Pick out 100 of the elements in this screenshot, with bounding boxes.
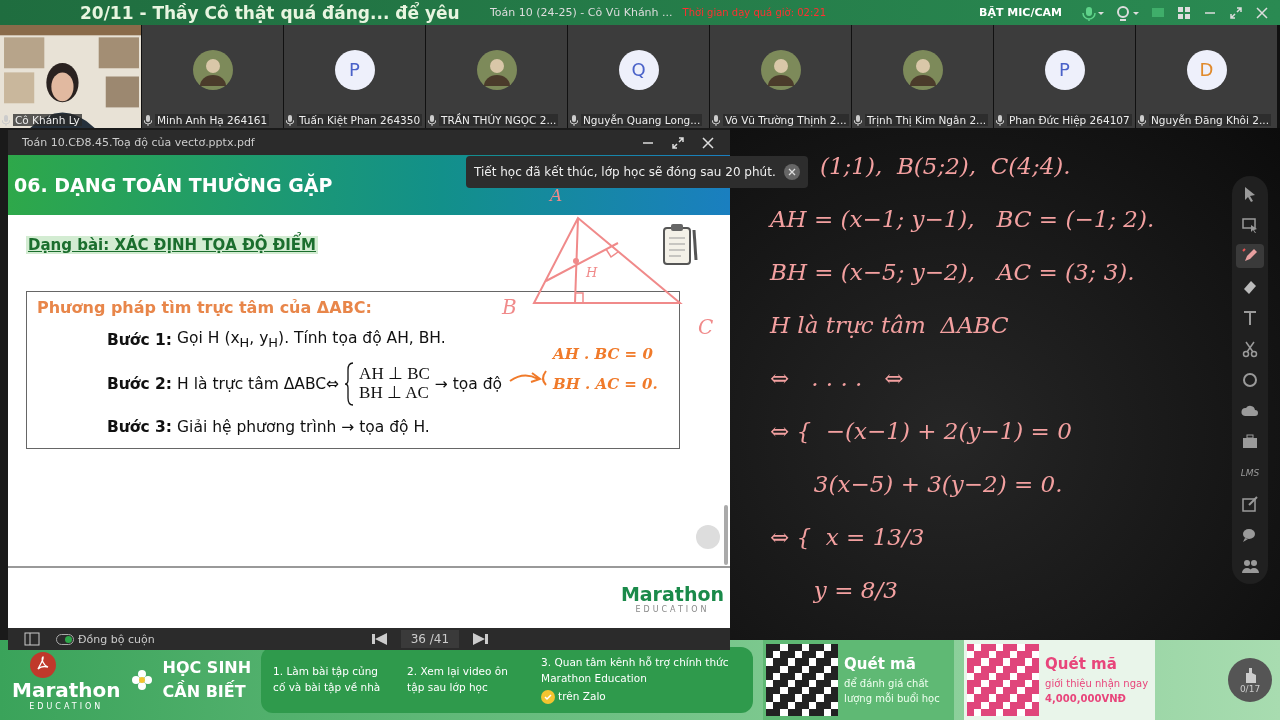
avatar (760, 49, 801, 90)
qr-title: Quét mã (844, 654, 917, 673)
verified-icon (541, 690, 556, 705)
annotation-text: H (586, 265, 598, 280)
participant-tile[interactable]: Q Nguyễn Quang Long... (568, 25, 709, 128)
mic-icon (1138, 114, 1146, 126)
slide-heading: 06. DẠNG TOÁN THƯỜNG GẶP (14, 174, 333, 196)
annotation-text: B (502, 295, 517, 319)
handwritten-text: AH = (x−1; y−1), BC = (−1; 2). (770, 205, 1155, 234)
participant-tile[interactable]: Trịnh Thị Kim Ngân 2... (852, 25, 993, 128)
handwritten-text: (1;1), B(5;2), C(4;4). (820, 152, 1071, 181)
raise-hand-button[interactable]: 0/17 (1228, 658, 1272, 702)
mic-icon (712, 114, 720, 126)
participant-name: Phan Đức Hiệp 264107 (1007, 114, 1132, 126)
participant-tile[interactable]: Cô Khánh Ly (0, 25, 141, 128)
step-text: H là trực tâm ΔABC⇔ (177, 375, 340, 394)
handwritten-text: H là trực tâm ΔABC (770, 311, 1009, 340)
mic-icon (286, 114, 294, 126)
annotation-text: A (550, 185, 563, 205)
logo-text: Marathon (12, 677, 121, 702)
avatar (902, 49, 943, 90)
window-title: Toán 10.CĐ8.45.Toạ độ của vectơ.pptx.pdf (22, 136, 255, 149)
participant-name: Trịnh Thị Kim Ngân 2... (865, 114, 989, 126)
scroll-dot-icon[interactable] (696, 525, 720, 549)
mic-icon (996, 114, 1004, 126)
clipboard-icon (660, 222, 700, 268)
banner-heading: HỌC SINH (162, 657, 252, 679)
avatar (192, 49, 233, 90)
handwritten-text: 3(x−5) + 3(y−2) = 0. (812, 470, 1063, 499)
participant-name: Cô Khánh Ly (13, 114, 82, 126)
grid-icon[interactable] (1176, 4, 1192, 21)
method-title: Phương pháp tìm trực tâm của ΔABC: (37, 298, 372, 317)
participant-name: Tuấn Kiệt Phan 264350 (297, 114, 423, 126)
handwritten-text: y = 8/3 (812, 576, 898, 605)
logo-text: Marathon (620, 582, 724, 605)
page-number[interactable]: 36 /41 (400, 630, 460, 648)
close-icon[interactable] (700, 134, 716, 151)
qr-title: Quét mã (1045, 654, 1118, 673)
mic-cam-button[interactable]: BẬT MIC/CAM (973, 5, 1068, 20)
mic-icon (428, 114, 436, 126)
logo-subtext: EDUCATION (29, 701, 104, 711)
sidebar-icon[interactable] (24, 632, 40, 646)
participant-name: Võ Vũ Trường Thịnh 2... (723, 114, 849, 126)
avatar: P (1044, 49, 1085, 90)
annotation-text: AH . BC = 0 (553, 345, 653, 363)
camera-icon[interactable] (1114, 4, 1140, 21)
pen-icon[interactable] (1236, 244, 1264, 268)
participant-tile[interactable]: D Nguyễn Đăng Khôi 2... (1136, 25, 1277, 128)
step-label: Bước 1: (107, 330, 173, 349)
close-icon[interactable] (783, 164, 800, 180)
handwritten-text: ⇔ { −(x−1) + 2(y−1) = 0 (770, 417, 1072, 446)
mic-icon (144, 114, 152, 126)
qr-description: để đánh giá chất lượng mỗi buổi học (844, 676, 941, 706)
participant-tile[interactable]: TRẦN THÚY NGỌC 2... (426, 25, 567, 128)
scrollbar-thumb[interactable] (724, 505, 728, 565)
participant-name: TRẦN THÚY NGỌC 2... (439, 114, 559, 126)
step-text: Giải hệ phương trình → tọa độ H. (177, 418, 430, 437)
participant-name: Minh Anh Hạ 264161 (155, 114, 270, 126)
participant-tile[interactable]: Võ Vũ Trường Thịnh 2... (710, 25, 851, 128)
avatar: Q (618, 49, 659, 90)
step-label: Bước 3: (107, 418, 173, 437)
tip-text: 1. Làm bài tập củng cố và bài tập về nhà (273, 664, 382, 696)
logo-subtext: EDUCATION (635, 604, 710, 614)
toast-message: Tiết học đã kết thúc, lớp học sẽ đóng sau 20 phút. (474, 165, 776, 179)
participant-tile[interactable]: P Tuấn Kiệt Phan 264350 (284, 25, 425, 128)
mic-icon (2, 114, 10, 126)
sync-scroll-toggle[interactable]: Đồng bộ cuộn (50, 631, 161, 647)
tip-text: trên Zalo (558, 689, 606, 705)
step-text: → tọa độ (434, 375, 503, 394)
class-title: Toán 10 (24-25) - Cô Vũ Khánh ... (490, 6, 673, 19)
avatar: D (1186, 49, 1227, 90)
mic-icon (854, 114, 862, 126)
equation: BH ⊥ AC (359, 384, 430, 403)
step-label: Bước 2: (107, 375, 173, 394)
banner-title: 20/11 - Thầy Cô thật quá đáng... để yêu (80, 2, 461, 23)
overtime-text: Thời gian dạy quá giờ: 02:21 (682, 7, 827, 18)
annotation-text: C (698, 315, 714, 339)
tip-text: 2. Xem lại video ôn tập sau lớp học (407, 664, 509, 696)
avatar (476, 49, 517, 90)
mic-icon (570, 114, 578, 126)
handwritten-text: ⇔ . . . . ⇔ (770, 364, 904, 393)
handwritten-text: BH = (x−5; y−2), AC = (3; 3). (770, 258, 1135, 287)
annotation-text: BH . AC = 0. (553, 375, 658, 393)
participant-name: Nguyễn Đăng Khôi 2... (1149, 114, 1271, 126)
banner-heading: CẦN BIẾT (162, 680, 247, 703)
handwritten-text: ⇔ { x = 13/3 (770, 523, 925, 552)
equation: AH ⊥ BC (359, 365, 430, 385)
step-text: Gọi H (x$_{H}$, y$_{H}$). Tính tọa độ AH, BH. (177, 329, 446, 351)
brace-icon (344, 362, 355, 407)
participant-tile[interactable]: P Phan Đức Hiệp 264107 (994, 25, 1135, 128)
avatar: P (334, 49, 375, 90)
participant-name: Nguyễn Quang Long... (581, 114, 703, 126)
qr-description: giới thiệu nhận ngay 4,000,000VNĐ (1045, 676, 1150, 706)
pdf-icon[interactable] (30, 652, 56, 678)
maximize-icon[interactable] (670, 134, 686, 151)
next-page-icon[interactable] (471, 631, 490, 647)
participant-tile[interactable]: Minh Anh Hạ 264161 (142, 25, 283, 128)
previous-page-icon[interactable] (370, 631, 389, 647)
qr-code-icon[interactable] (766, 644, 839, 716)
flower-icon (130, 669, 153, 691)
